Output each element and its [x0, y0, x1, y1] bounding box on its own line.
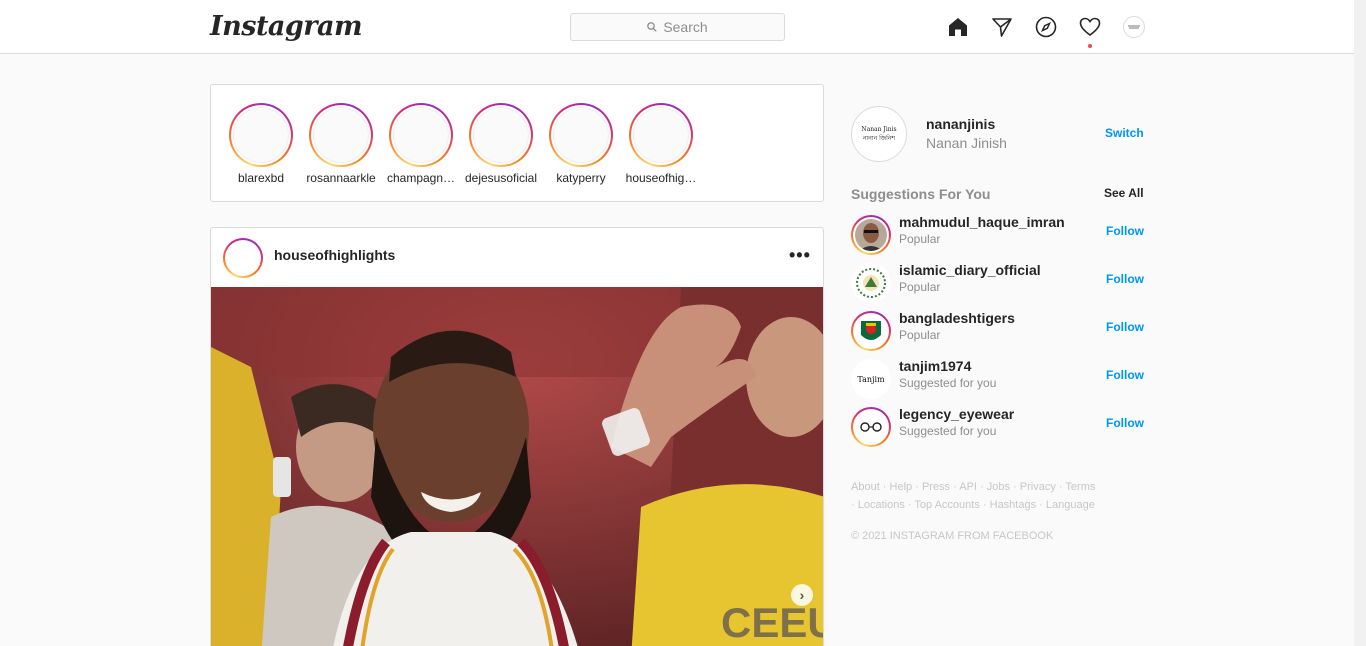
footer-link-terms[interactable]: Terms: [1065, 481, 1095, 493]
copyright-text: © 2021 INSTAGRAM FROM FACEBOOK: [851, 530, 1054, 542]
page-scrollbar[interactable]: [1354, 0, 1366, 646]
avatar-text: Tanjim: [851, 359, 891, 399]
follow-button[interactable]: Follow: [1106, 272, 1144, 286]
direct-icon[interactable]: [991, 16, 1013, 38]
suggestion-reason: Suggested for you: [899, 376, 997, 390]
suggestion-row: bangladeshtigers Popular Follow: [851, 307, 1145, 351]
feed-post: houseofhighlights ••• CEEU: [210, 227, 824, 646]
story-avatar: [553, 107, 609, 163]
carousel-next-button[interactable]: ›: [791, 584, 813, 606]
switch-account-button[interactable]: Switch: [1105, 126, 1144, 140]
follow-button[interactable]: Follow: [1106, 320, 1144, 334]
avatar-text: নানান জিনিশ: [862, 135, 896, 142]
follow-button[interactable]: Follow: [1106, 416, 1144, 430]
story-avatar: [633, 107, 689, 163]
footer-link-locations[interactable]: Locations: [858, 499, 905, 511]
suggestion-reason: Popular: [899, 280, 941, 294]
suggestion-row: Tanjim tanjim1974 Suggested for you Foll…: [851, 355, 1145, 399]
story-avatar: [233, 107, 289, 163]
suggestion-reason: Popular: [899, 232, 941, 246]
stories-tray: blarexbd rosannaarkle champagn… dejesuso…: [210, 84, 824, 202]
suggestion-avatar[interactable]: [851, 215, 891, 255]
search-input[interactable]: Search: [570, 13, 785, 41]
suggestion-row: legency_eyewear Suggested for you Follow: [851, 403, 1145, 447]
see-all-link[interactable]: See All: [1104, 186, 1144, 200]
footer-link-press[interactable]: Press: [922, 481, 950, 493]
current-username[interactable]: nananjinis: [926, 116, 995, 132]
suggestions-heading: Suggestions For You: [851, 186, 991, 202]
post-author-avatar[interactable]: [223, 238, 263, 278]
footer-link-privacy[interactable]: Privacy: [1020, 481, 1056, 493]
suggestion-reason: Popular: [899, 328, 941, 342]
suggestion-avatar[interactable]: [851, 263, 891, 303]
follow-button[interactable]: Follow: [1106, 224, 1144, 238]
current-user-avatar[interactable]: Nanan Jinis নানান জিনিশ: [851, 106, 907, 162]
follow-button[interactable]: Follow: [1106, 368, 1144, 382]
svg-text:CEEU: CEEU: [721, 599, 824, 646]
footer-link-about[interactable]: About: [851, 481, 880, 493]
suggestion-avatar[interactable]: Tanjim: [851, 359, 891, 399]
home-icon[interactable]: [947, 16, 969, 38]
profile-avatar-icon[interactable]: [1123, 16, 1145, 38]
suggestion-reason: Suggested for you: [899, 424, 997, 438]
story-item[interactable]: rosannaarkle: [301, 103, 381, 185]
story-item[interactable]: dejesusoficial: [461, 103, 541, 185]
footer-links: About · Help · Press · API · Jobs · Priv…: [851, 481, 1096, 511]
footer-link-language[interactable]: Language: [1046, 499, 1095, 511]
suggestion-avatar[interactable]: [851, 311, 891, 351]
story-avatar: [313, 107, 369, 163]
story-username: katyperry: [556, 171, 606, 185]
story-avatar: [393, 107, 449, 163]
suggestion-username[interactable]: bangladeshtigers: [899, 310, 1015, 326]
story-item[interactable]: houseofhig…: [621, 103, 701, 185]
footer-link-hashtags[interactable]: Hashtags: [990, 499, 1036, 511]
story-username: dejesusoficial: [464, 171, 538, 185]
suggestion-avatar[interactable]: [851, 407, 891, 447]
story-username: houseofhig…: [625, 171, 697, 185]
story-username: blarexbd: [237, 171, 285, 185]
search-placeholder: Search: [663, 19, 708, 35]
search-icon: [647, 22, 658, 32]
story-item[interactable]: blarexbd: [221, 103, 301, 185]
suggestion-username[interactable]: tanjim1974: [899, 358, 971, 374]
post-media-image[interactable]: CEEU ›: [211, 287, 824, 646]
story-item[interactable]: katyperry: [541, 103, 621, 185]
instagram-logo[interactable]: Instagram: [210, 11, 363, 42]
post-author-username[interactable]: houseofhighlights: [274, 247, 395, 263]
story-item[interactable]: champagn…: [381, 103, 461, 185]
story-avatar: [473, 107, 529, 163]
avatar-text: Nanan Jinis: [861, 126, 897, 133]
suggestion-row: islamic_diary_official Popular Follow: [851, 259, 1145, 303]
footer-link-top-accounts[interactable]: Top Accounts: [914, 499, 979, 511]
suggestion-row: mahmudul_haque_imran Popular Follow: [851, 211, 1145, 255]
footer-link-jobs[interactable]: Jobs: [987, 481, 1010, 493]
current-fullname: Nanan Jinish: [926, 135, 1007, 151]
footer-link-help[interactable]: Help: [890, 481, 913, 493]
suggestion-username[interactable]: islamic_diary_official: [899, 262, 1041, 278]
explore-icon[interactable]: [1035, 16, 1057, 38]
story-username: champagn…: [386, 171, 456, 185]
suggestion-username[interactable]: mahmudul_haque_imran: [899, 214, 1065, 230]
footer-link-api[interactable]: API: [959, 481, 977, 493]
activity-heart-icon[interactable]: [1079, 16, 1101, 38]
suggestion-username[interactable]: legency_eyewear: [899, 406, 1014, 422]
top-nav-bar: Instagram Search: [0, 0, 1354, 54]
more-options-icon[interactable]: •••: [789, 246, 811, 264]
notification-dot: [1088, 44, 1092, 48]
story-username: rosannaarkle: [306, 171, 376, 185]
